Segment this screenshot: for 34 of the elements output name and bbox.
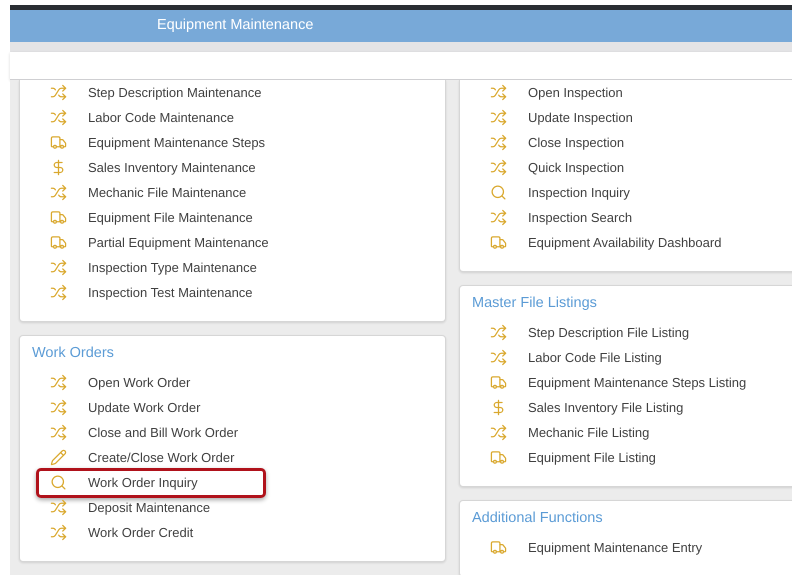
truck-icon (490, 234, 507, 251)
section-heading: Additional Functions (472, 509, 603, 528)
shuffle-icon (490, 209, 507, 226)
shuffle-icon (50, 84, 67, 101)
shuffle-icon (490, 134, 507, 151)
truck-icon (490, 539, 507, 556)
truck-icon (490, 449, 507, 466)
search-icon (490, 184, 507, 201)
search-icon (50, 474, 67, 491)
shuffle-icon (50, 524, 67, 541)
shuffle-icon (50, 184, 67, 201)
highlighted-menu-item[interactable]: Work Order Inquiry (36, 468, 266, 498)
shuffle-icon (50, 259, 67, 276)
page-title: Equipment Maintenance (157, 16, 314, 36)
section-heading: Master File Listings (472, 294, 597, 314)
pencil-icon (50, 449, 67, 466)
shuffle-icon (50, 284, 67, 301)
shuffle-icon (490, 109, 507, 126)
shuffle-icon (50, 109, 67, 126)
shuffle-icon (490, 159, 507, 176)
shuffle-icon (50, 424, 67, 441)
section-heading: Work Orders (32, 344, 114, 364)
shuffle-icon (490, 84, 507, 101)
truck-icon (490, 374, 507, 391)
shuffle-icon (50, 499, 67, 516)
shuffle-icon (490, 349, 507, 366)
shuffle-icon (490, 424, 507, 441)
shuffle-icon (50, 374, 67, 391)
menu-item[interactable]: Equipment Maintenance Entry (476, 532, 714, 562)
truck-icon (50, 209, 67, 226)
truck-icon (50, 234, 67, 251)
shuffle-icon (50, 399, 67, 416)
truck-icon (50, 134, 67, 151)
shuffle-icon (490, 324, 507, 341)
